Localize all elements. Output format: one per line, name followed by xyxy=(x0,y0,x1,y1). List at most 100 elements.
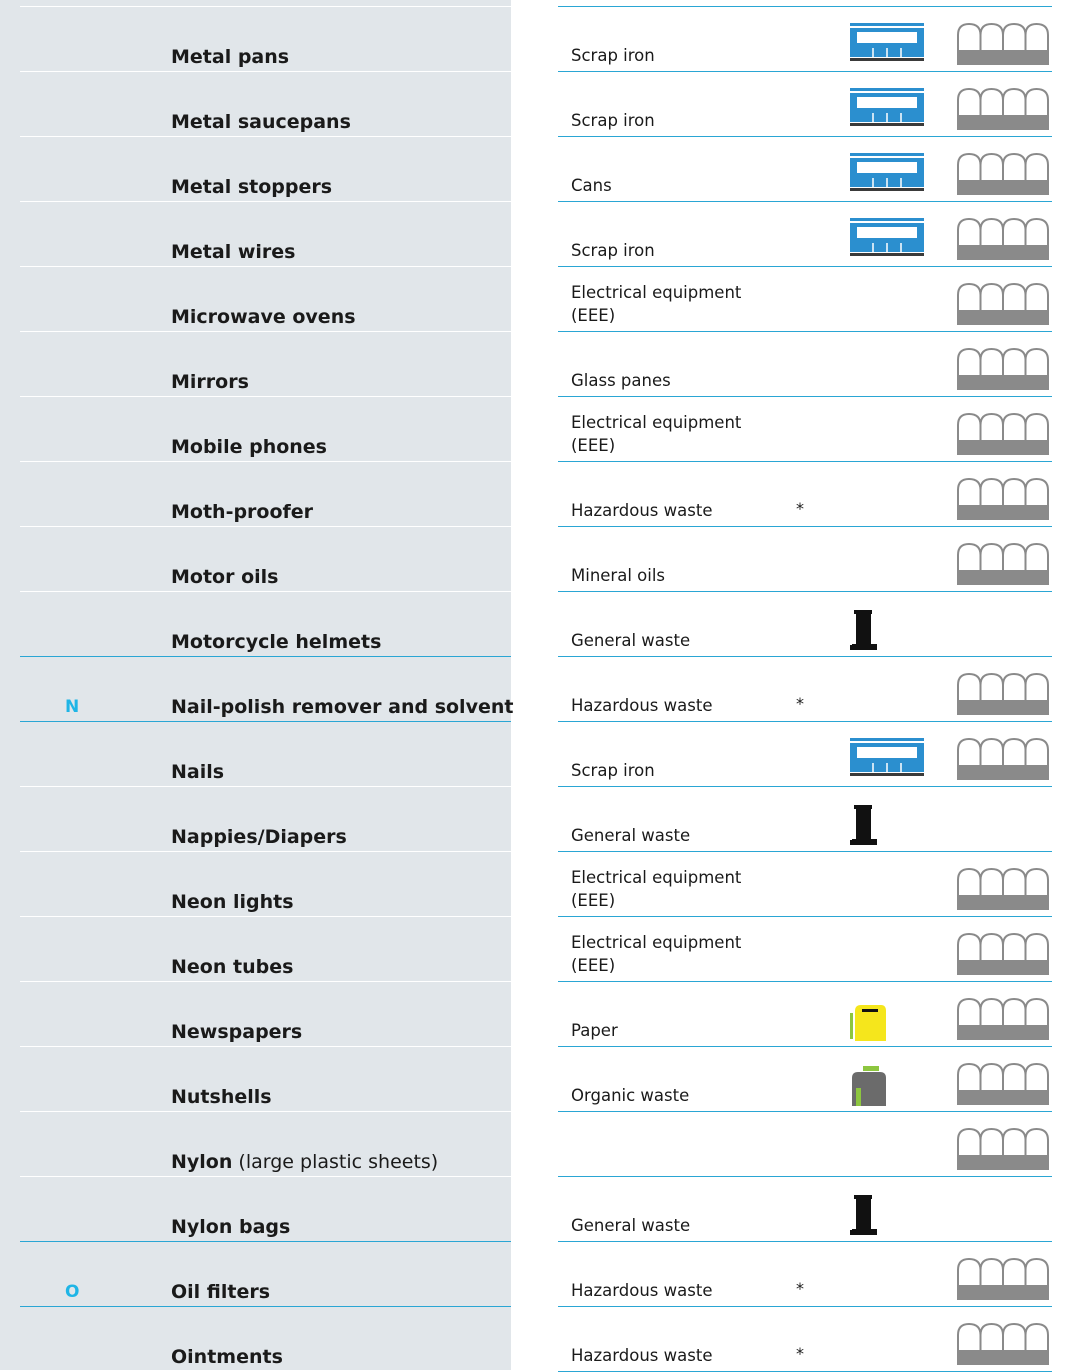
item-note: (large plastic sheets) xyxy=(232,1151,439,1173)
table-row: Motorcycle helmets General waste xyxy=(0,591,1067,657)
general-waste-bin-icon xyxy=(849,1195,877,1239)
item-label: Newspapers xyxy=(171,1021,303,1043)
footnote-star: * xyxy=(796,499,804,518)
item-name: Neon lights xyxy=(171,888,294,916)
waste-category: Hazardous waste xyxy=(571,696,713,715)
table-row: Motor oils Mineral oils xyxy=(0,526,1067,592)
scrap-iron-container-icon xyxy=(850,153,924,195)
waste-category: General waste xyxy=(571,631,691,650)
waste-category: Electrical equipment (EEE) xyxy=(571,933,742,975)
table-row: Nylon bags General waste xyxy=(0,1176,1067,1242)
item-label: Neon tubes xyxy=(171,956,294,978)
item-label: Nylon xyxy=(171,1151,233,1173)
item-name: Metal wires xyxy=(171,238,295,266)
table-row: Nails Scrap iron xyxy=(0,721,1067,787)
waste-category: General waste xyxy=(571,826,691,845)
recycling-center-icon xyxy=(956,1322,1050,1369)
item-label: Metal pans xyxy=(171,46,290,68)
organic-waste-bin-icon xyxy=(849,1066,887,1110)
footnote-star: * xyxy=(796,1344,804,1363)
waste-category: Paper xyxy=(571,1021,618,1040)
waste-category: Organic waste xyxy=(571,1086,690,1105)
item-name: Nutshells xyxy=(171,1083,272,1111)
item-name: Moth-proofer xyxy=(171,498,313,526)
table-row: Metal pans Scrap iron xyxy=(0,6,1067,72)
item-name: Nylon bags xyxy=(171,1213,290,1241)
table-row: Metal wires Scrap iron xyxy=(0,201,1067,267)
waste-category: Cans xyxy=(571,176,612,195)
scrap-iron-container-icon xyxy=(850,218,924,260)
waste-category: Glass panes xyxy=(571,371,671,390)
item-label: Ointments xyxy=(171,1346,283,1368)
recycling-center-icon xyxy=(956,282,1050,329)
table-row: Microwave ovens Electrical equipment (EEE… xyxy=(0,266,1067,332)
item-name: Metal stoppers xyxy=(171,173,332,201)
general-waste-bin-icon xyxy=(849,805,877,849)
waste-category: Electrical equipment (EEE) xyxy=(571,413,742,455)
table-row: Neon tubes Electrical equipment (EEE) xyxy=(0,916,1067,982)
recycling-center-icon xyxy=(956,217,1050,264)
waste-category: Electrical equipment (EEE) xyxy=(571,283,742,325)
item-label: Motor oils xyxy=(171,566,279,588)
table-row: Mirrors Glass panes xyxy=(0,331,1067,397)
waste-category: Scrap iron xyxy=(571,111,655,130)
item-label: Nylon bags xyxy=(171,1216,291,1238)
scrap-iron-container-icon xyxy=(850,88,924,130)
recycling-center-icon xyxy=(956,737,1050,784)
recycling-center-icon xyxy=(956,412,1050,459)
item-name: Mobile phones xyxy=(171,433,327,461)
table-row: Nylon (large plastic sheets) xyxy=(0,1111,1067,1177)
item-label: Motorcycle helmets xyxy=(171,631,382,653)
item-name: Motor oils xyxy=(171,563,278,591)
recycling-center-icon xyxy=(956,1127,1050,1174)
recycling-center-icon xyxy=(956,347,1050,394)
item-name: Ointments xyxy=(171,1343,283,1371)
item-label: Nappies/Diapers xyxy=(171,826,347,848)
waste-category: Scrap iron xyxy=(571,761,655,780)
recycling-center-icon xyxy=(956,477,1050,524)
waste-category: Electrical equipment (EEE) xyxy=(571,868,742,910)
table-row: Metal saucepans Scrap iron xyxy=(0,71,1067,137)
item-label: Moth-proofer xyxy=(171,501,314,523)
table-row: Metal stoppers Cans xyxy=(0,136,1067,202)
item-label: Nails xyxy=(171,761,225,783)
recycling-center-icon xyxy=(956,152,1050,199)
item-label: Metal stoppers xyxy=(171,176,333,198)
index-letter: N xyxy=(65,697,80,717)
item-name: Motorcycle helmets xyxy=(171,628,381,656)
index-letter: O xyxy=(65,1282,80,1302)
item-label: Oil filters xyxy=(171,1281,271,1303)
waste-category: Hazardous waste xyxy=(571,501,713,520)
item-name: Nail-polish remover and solvent xyxy=(171,693,513,721)
table-row: Moth-proofer Hazardous waste * xyxy=(0,461,1067,527)
item-name: Nylon (large plastic sheets) xyxy=(171,1148,438,1176)
waste-category: Hazardous waste xyxy=(571,1346,713,1365)
recycling-center-icon xyxy=(956,1257,1050,1304)
item-label: Mobile phones xyxy=(171,436,327,458)
table-row: Nutshells Organic waste xyxy=(0,1046,1067,1112)
item-name: Nails xyxy=(171,758,224,786)
item-name: Microwave ovens xyxy=(171,303,356,331)
footnote-star: * xyxy=(796,1279,804,1298)
waste-category: Mineral oils xyxy=(571,566,666,585)
table-row: Neon lights Electrical equipment (EEE) xyxy=(0,851,1067,917)
item-name: Oil filters xyxy=(171,1278,270,1306)
table-row: N Nail-polish remover and solvent Hazardou… xyxy=(0,656,1067,722)
general-waste-bin-icon xyxy=(849,610,877,654)
waste-category: Hazardous waste xyxy=(571,1281,713,1300)
recycling-center-icon xyxy=(956,22,1050,69)
recycling-center-icon xyxy=(956,997,1050,1044)
waste-category: Scrap iron xyxy=(571,46,655,65)
footnote-star: * xyxy=(796,694,804,713)
waste-category: General waste xyxy=(571,1216,691,1235)
item-label: Metal wires xyxy=(171,241,296,263)
item-label: Neon lights xyxy=(171,891,294,913)
scrap-iron-container-icon xyxy=(850,23,924,65)
table-row: Ointments Hazardous waste * xyxy=(0,1306,1067,1372)
item-name: Nappies/Diapers xyxy=(171,823,347,851)
recycling-center-icon xyxy=(956,867,1050,914)
item-name: Metal pans xyxy=(171,43,289,71)
recycling-center-icon xyxy=(956,87,1050,134)
item-label: Nutshells xyxy=(171,1086,272,1108)
paper-bin-icon xyxy=(849,1003,887,1045)
